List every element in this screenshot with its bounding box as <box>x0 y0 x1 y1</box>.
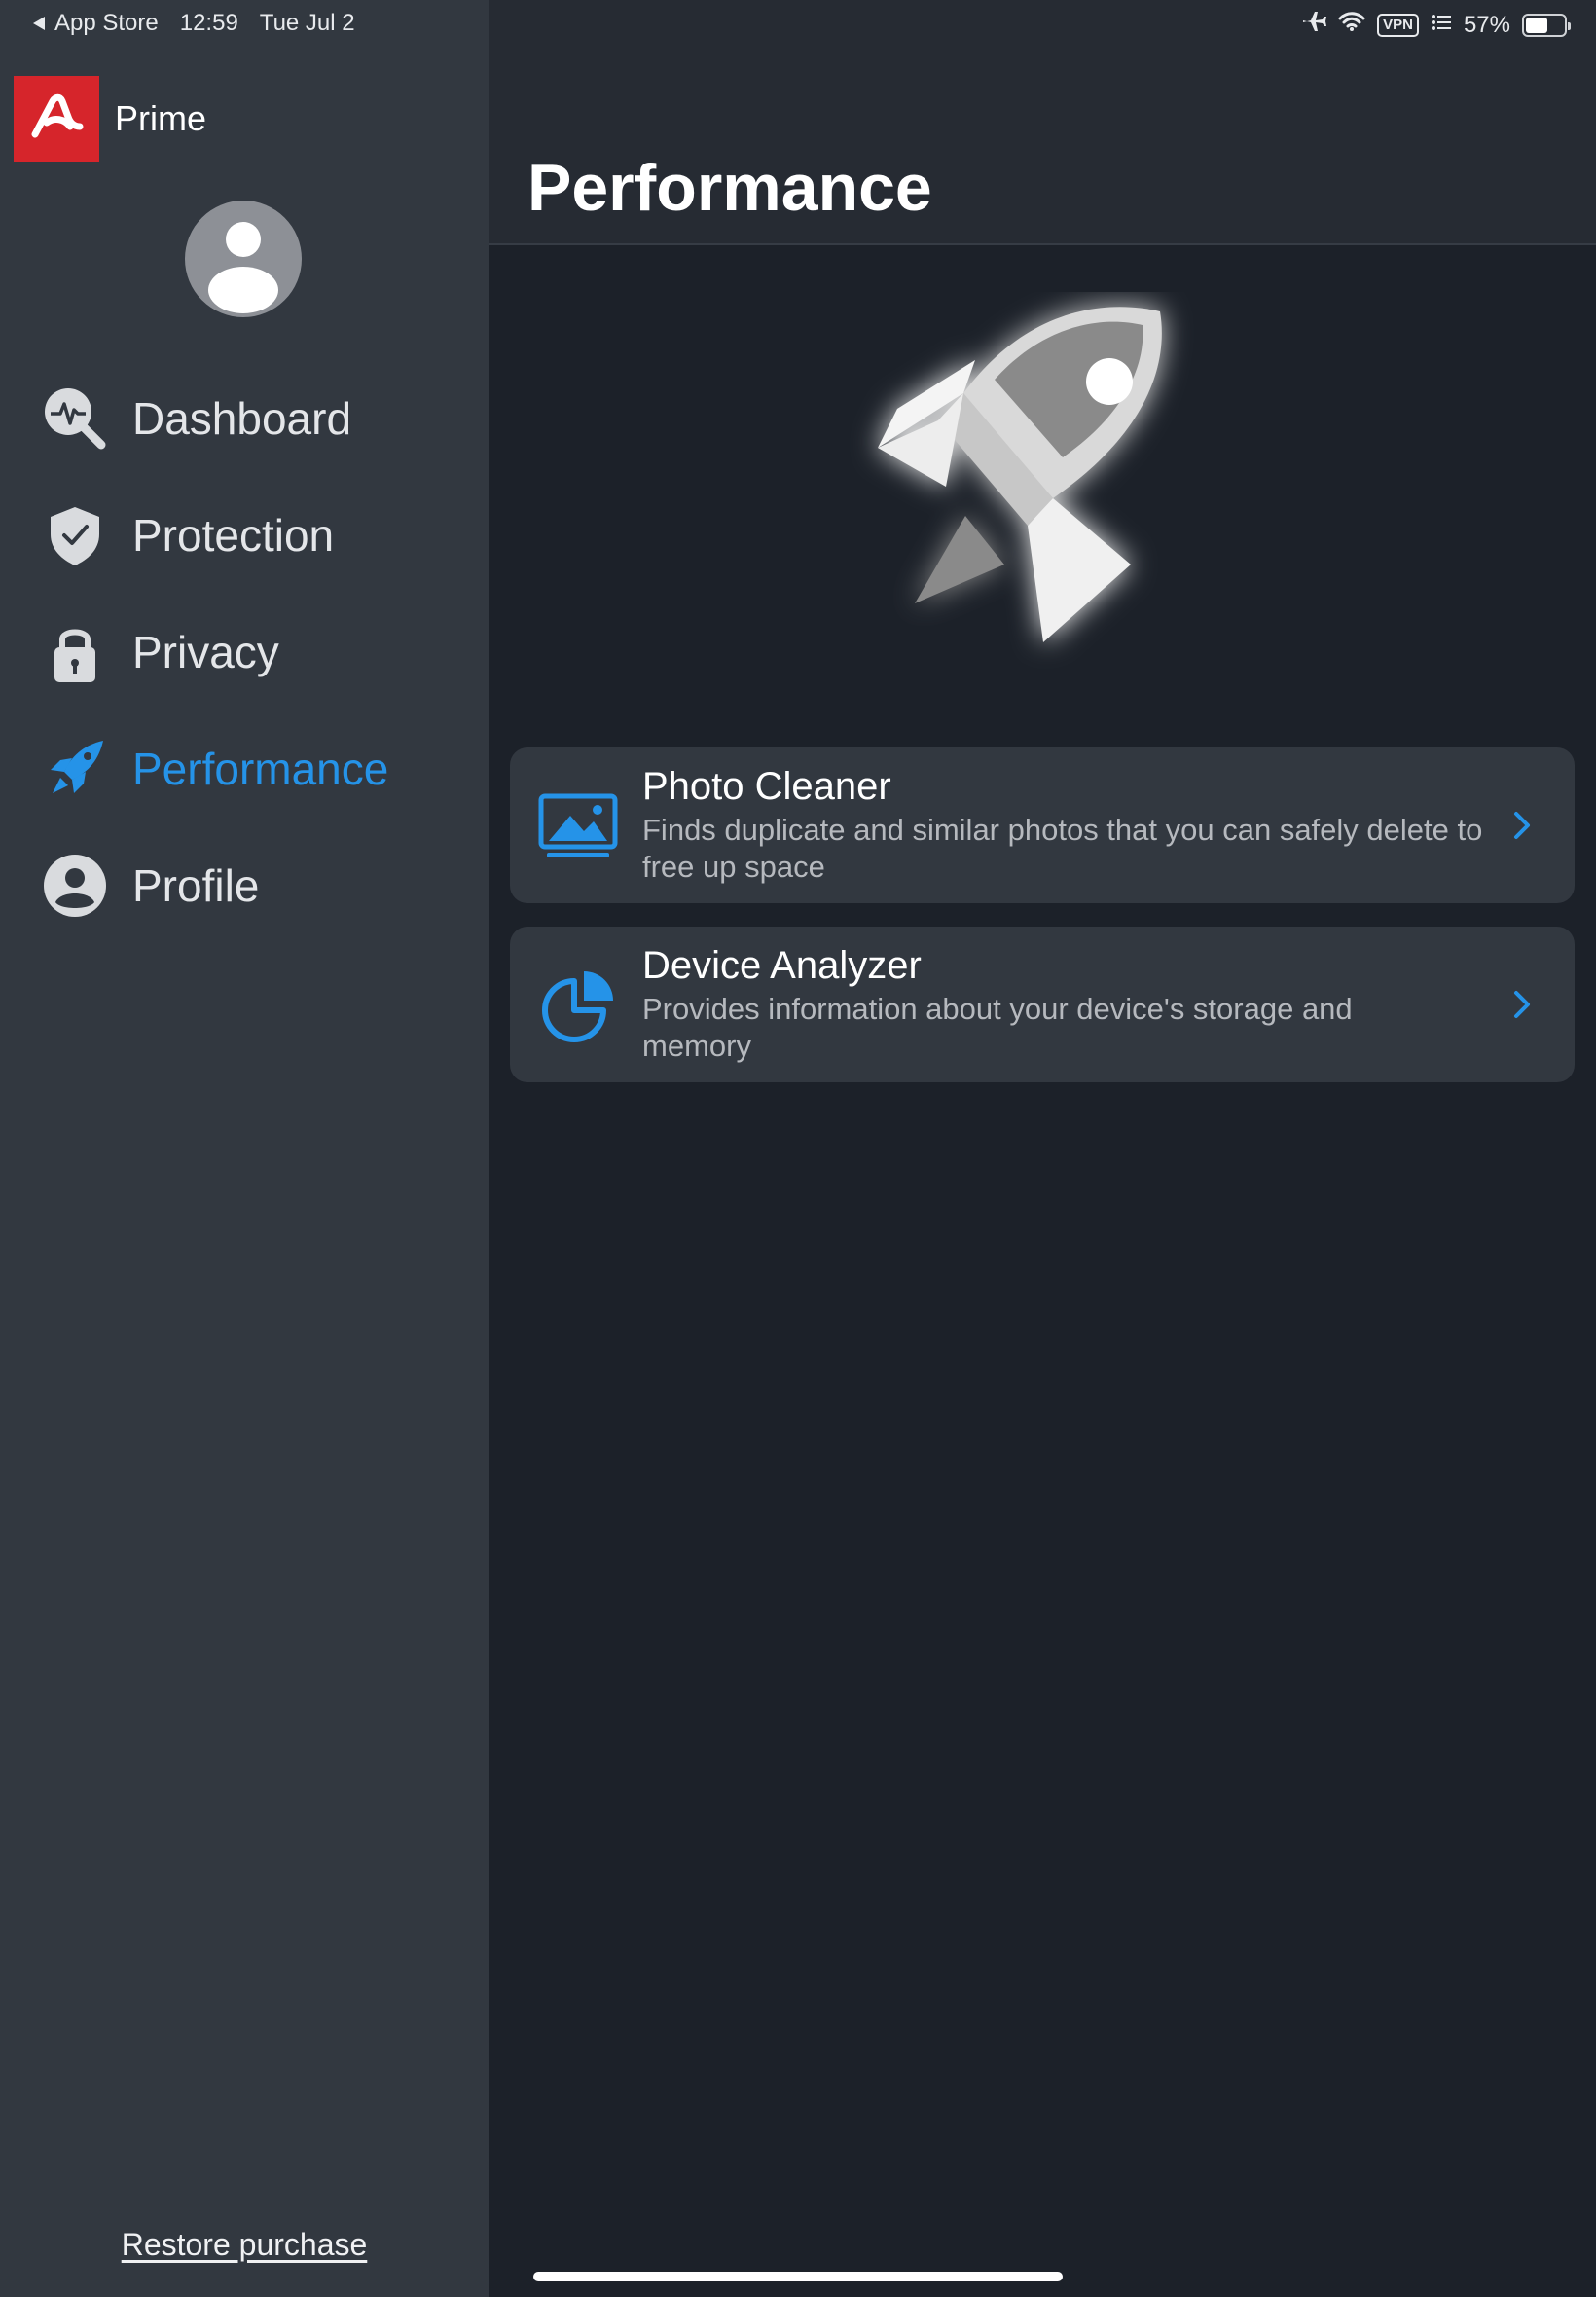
card-title: Photo Cleaner <box>642 765 891 808</box>
pie-chart-icon <box>537 964 619 1045</box>
back-label: App Store <box>54 10 159 36</box>
back-triangle-icon <box>33 17 45 30</box>
vpn-badge: VPN <box>1377 13 1419 37</box>
photo-cleaner-card[interactable]: Photo Cleaner Finds duplicate and simila… <box>510 747 1575 903</box>
home-indicator[interactable] <box>533 2272 1063 2281</box>
status-bar: App Store 12:59 Tue Jul 2 VPN 57% <box>0 0 1596 47</box>
avira-logo-icon <box>14 76 99 162</box>
battery-level <box>1526 17 1547 33</box>
sidebar-item-label: Protection <box>132 510 335 561</box>
photo-icon <box>537 784 619 866</box>
sidebar-item-performance[interactable]: Performance <box>39 730 388 808</box>
sidebar-item-dashboard[interactable]: Dashboard <box>39 380 351 457</box>
sidebar-item-profile[interactable]: Profile <box>39 847 259 925</box>
status-time: 12:59 <box>179 10 238 36</box>
sidebar-item-label: Privacy <box>132 627 279 677</box>
wifi-icon <box>1338 11 1365 39</box>
restore-purchase-link[interactable]: Restore purchase <box>0 2227 489 2263</box>
list-icon <box>1431 12 1452 39</box>
card-description: Finds duplicate and similar photos that … <box>642 813 1483 884</box>
main-panel: Performance Photo Cleaner Finds duplicat… <box>489 0 1596 2297</box>
sidebar-item-privacy[interactable]: Privacy <box>39 613 279 691</box>
battery-icon <box>1522 13 1571 37</box>
back-to-app-store[interactable]: App Store <box>31 10 159 37</box>
page-title: Performance <box>527 151 932 225</box>
shield-check-icon <box>39 499 111 571</box>
chevron-right-icon <box>1510 985 1534 1024</box>
status-date: Tue Jul 2 <box>259 10 355 36</box>
battery-percent: 57% <box>1463 11 1510 38</box>
sidebar-item-protection[interactable]: Protection <box>39 496 334 574</box>
rocket-icon <box>39 733 111 805</box>
dashboard-icon <box>39 383 111 455</box>
lock-icon <box>39 616 111 688</box>
card-description: Provides information about your device's… <box>642 992 1353 1063</box>
device-analyzer-card[interactable]: Device Analyzer Provides information abo… <box>510 927 1575 1082</box>
avatar[interactable] <box>185 201 302 317</box>
chevron-right-icon <box>1510 806 1534 845</box>
sidebar-item-label: Performance <box>132 744 389 794</box>
rocket-illustration-icon <box>849 292 1238 681</box>
brand-name: Prime <box>115 98 207 138</box>
card-title: Device Analyzer <box>642 944 922 987</box>
brand: Prime <box>14 76 206 162</box>
airplane-icon <box>1301 10 1327 40</box>
sidebar: Prime Dashboard Protection Privacy Perfo… <box>0 0 489 2297</box>
sidebar-item-label: Dashboard <box>132 393 352 444</box>
profile-icon <box>39 850 111 922</box>
sidebar-item-label: Profile <box>132 860 260 911</box>
